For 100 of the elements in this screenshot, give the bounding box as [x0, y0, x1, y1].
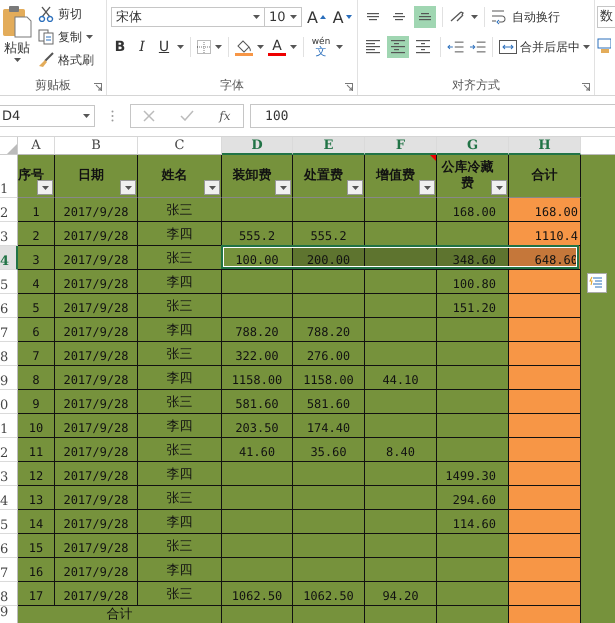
- row-header[interactable]: 5: [0, 510, 18, 534]
- decrease-indent-icon[interactable]: [447, 40, 465, 54]
- column-header[interactable]: G: [437, 137, 509, 155]
- table-cell: [222, 606, 293, 623]
- shrink-font-button[interactable]: A: [331, 8, 353, 26]
- launcher-icon[interactable]: [94, 83, 102, 91]
- wrap-text-button[interactable]: 自动换行: [491, 8, 560, 26]
- table-cell: 张三: [138, 486, 222, 510]
- table-cell: 李四: [138, 318, 222, 342]
- insert-function-button[interactable]: fx: [219, 109, 231, 123]
- filter-button[interactable]: [37, 180, 53, 195]
- caret-icon: [280, 186, 286, 190]
- caret-icon[interactable]: [257, 45, 264, 49]
- launcher-icon[interactable]: [582, 83, 590, 91]
- font-name-field[interactable]: 宋体: [111, 7, 265, 27]
- row-header[interactable]: 1: [0, 155, 18, 198]
- caret-icon[interactable]: [471, 15, 478, 19]
- table-cell: 174.40: [293, 414, 365, 438]
- column-header[interactable]: C: [138, 137, 222, 155]
- font-color-button[interactable]: A: [268, 38, 286, 56]
- align-button[interactable]: [414, 6, 436, 28]
- caret-icon[interactable]: [290, 45, 297, 49]
- table-cell: 8: [18, 366, 55, 390]
- table-cell: 2017/9/28: [55, 318, 138, 342]
- launcher-icon[interactable]: [345, 83, 353, 91]
- align-icon: [366, 40, 380, 54]
- check-icon[interactable]: [180, 110, 194, 122]
- filter-button[interactable]: [120, 180, 136, 195]
- table-cell: 1110.4: [509, 222, 581, 246]
- column-header[interactable]: F: [365, 137, 437, 155]
- font-size-field[interactable]: 10: [264, 7, 302, 27]
- phonetic-button[interactable]: wén 文: [310, 38, 332, 56]
- table-cell: 276.00: [293, 342, 365, 366]
- table-cell: 4: [18, 270, 55, 294]
- row-header[interactable]: 2: [0, 198, 18, 222]
- underline-button[interactable]: U: [155, 39, 173, 55]
- row-header[interactable]: 1: [0, 414, 18, 438]
- name-box[interactable]: D4: [0, 105, 95, 127]
- row-header[interactable]: 4: [0, 486, 18, 510]
- grow-font-button[interactable]: A: [306, 8, 328, 26]
- table-cell: [365, 486, 437, 510]
- table-cell: 555.2: [222, 222, 293, 246]
- row-header[interactable]: 4: [0, 246, 18, 270]
- row-header[interactable]: 3: [0, 462, 18, 486]
- group-label: 对齐方式: [452, 76, 500, 94]
- table-cell: [365, 558, 437, 582]
- table-cell: 2017/9/28: [55, 270, 138, 294]
- column-header[interactable]: E: [293, 137, 365, 155]
- row-header[interactable]: 5: [0, 270, 18, 294]
- table-cell: [365, 606, 437, 623]
- number-format-field[interactable]: 数: [597, 6, 615, 28]
- merge-center-button[interactable]: 合并后居中: [498, 38, 590, 56]
- bold-button[interactable]: B: [111, 39, 129, 55]
- table-cell: 1: [18, 198, 55, 222]
- row-header[interactable]: 8: [0, 582, 18, 606]
- italic-button[interactable]: I: [133, 39, 151, 55]
- fill-color-icon[interactable]: [235, 38, 253, 56]
- paste-button[interactable]: 粘贴: [0, 4, 34, 75]
- filter-button[interactable]: [204, 180, 220, 195]
- row-header[interactable]: 7: [0, 558, 18, 582]
- row-header[interactable]: 8: [0, 342, 18, 366]
- format-painter-button[interactable]: 格式刷: [38, 50, 94, 70]
- row-header[interactable]: 9: [0, 606, 18, 623]
- filter-button[interactable]: [275, 180, 291, 195]
- quick-analysis-icon[interactable]: [587, 273, 607, 293]
- table-cell: [581, 246, 615, 270]
- row-header[interactable]: 0: [0, 390, 18, 414]
- row-header[interactable]: 2: [0, 438, 18, 462]
- increase-indent-icon[interactable]: [468, 40, 486, 54]
- table-cell: [293, 270, 365, 294]
- column-header[interactable]: B: [55, 137, 138, 155]
- table-cell: 14: [18, 510, 55, 534]
- table-cell: [437, 390, 509, 414]
- table-cell: 13: [18, 486, 55, 510]
- filter-button[interactable]: [419, 180, 435, 195]
- table-cell: 1062.50: [293, 582, 365, 606]
- formula-field[interactable]: 100: [250, 104, 615, 128]
- row-header[interactable]: 6: [0, 294, 18, 318]
- row-header[interactable]: 9: [0, 366, 18, 390]
- table-cell: [581, 294, 615, 318]
- column-header[interactable]: H: [509, 137, 581, 155]
- column-header[interactable]: A: [18, 137, 55, 155]
- caret-icon[interactable]: [177, 45, 184, 49]
- header-cell: 序号: [18, 155, 55, 198]
- table-cell: [509, 606, 581, 623]
- caret-icon[interactable]: [336, 45, 343, 49]
- border-icon[interactable]: [197, 40, 211, 54]
- row-header[interactable]: 3: [0, 222, 18, 246]
- table-cell: [222, 198, 293, 222]
- table-cell: 35.60: [293, 438, 365, 462]
- filter-button[interactable]: [491, 180, 507, 195]
- column-header[interactable]: D: [222, 137, 293, 155]
- row-header[interactable]: 7: [0, 318, 18, 342]
- row-header[interactable]: 6: [0, 534, 18, 558]
- caret-icon[interactable]: [215, 45, 222, 49]
- filter-button[interactable]: [347, 180, 363, 195]
- copy-button[interactable]: 复制: [38, 27, 94, 47]
- align-button[interactable]: [387, 36, 409, 58]
- cut-button[interactable]: 剪切: [38, 4, 94, 24]
- table-cell: 2017/9/28: [55, 534, 138, 558]
